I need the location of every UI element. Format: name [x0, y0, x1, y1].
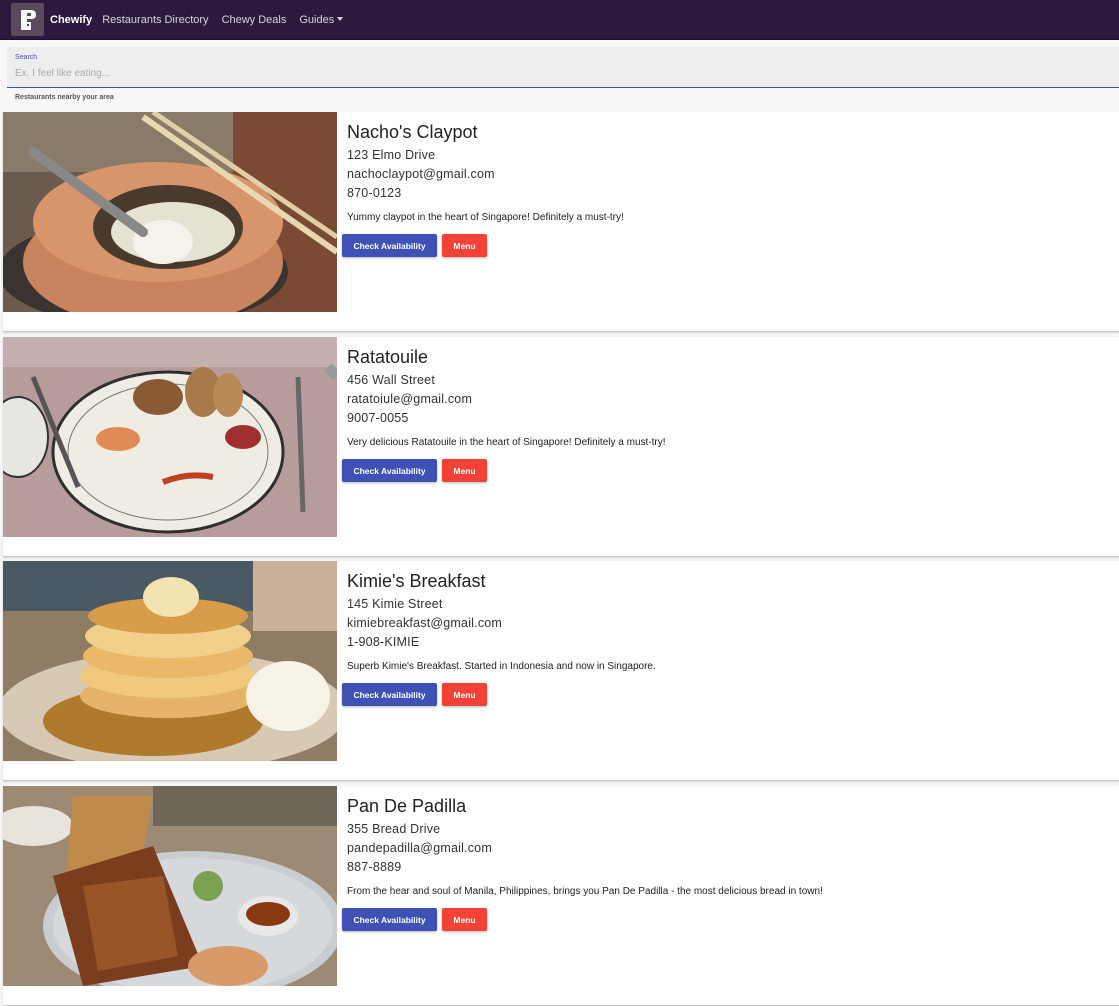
restaurant-phone: 887-8889: [347, 860, 402, 874]
nav-guides-dropdown[interactable]: Guides: [299, 13, 344, 26]
check-availability-button[interactable]: Check Availability: [342, 234, 437, 257]
restaurant-description: Very delicious Ratatouile in the heart o…: [347, 437, 666, 448]
restaurant-name: Ratatouile: [347, 347, 429, 367]
nav-chewy-deals[interactable]: Chewy Deals: [222, 14, 287, 26]
restaurant-info: Ratatouile 456 Wall Street ratatoiule@gm…: [342, 347, 666, 482]
restaurant-info: Nacho's Claypot 123 Elmo Drive nachoclay…: [342, 122, 624, 257]
restaurant-card: Ratatouile 456 Wall Street ratatoiule@gm…: [3, 337, 1119, 557]
restaurant-phone: 870-0123: [347, 186, 402, 200]
restaurant-card: Nacho's Claypot 123 Elmo Drive nachoclay…: [3, 112, 1119, 332]
restaurant-name: Pan De Padilla: [347, 796, 467, 816]
restaurant-address: 123 Elmo Drive: [347, 148, 436, 162]
restaurant-info: Pan De Padilla 355 Bread Drive pandepadi…: [342, 796, 823, 931]
nav-restaurants-directory[interactable]: Restaurants Directory: [102, 14, 208, 26]
search-field[interactable]: Search: [7, 47, 1119, 88]
search-input[interactable]: [15, 68, 1119, 79]
check-availability-button[interactable]: Check Availability: [342, 683, 437, 706]
check-availability-button[interactable]: Check Availability: [342, 459, 437, 482]
restaurant-description: Superb Kimie's Breakfast. Started in Ind…: [347, 661, 656, 672]
restaurant-info: Kimie's Breakfast 145 Kimie Street kimie…: [342, 571, 656, 706]
restaurant-email: kimiebreakfast@gmail.com: [347, 616, 503, 630]
restaurant-photo: [3, 112, 337, 312]
restaurant-phone: 9007-0055: [347, 411, 409, 425]
restaurant-description: Yummy claypot in the heart of Singapore!…: [347, 212, 624, 223]
restaurant-photo: [3, 561, 337, 761]
restaurant-email: ratatoiule@gmail.com: [347, 392, 473, 406]
restaurant-email: nachoclaypot@gmail.com: [347, 167, 495, 181]
search-label: Search: [15, 54, 38, 61]
restaurant-name: Kimie's Breakfast: [347, 571, 486, 591]
restaurant-photo: [3, 786, 337, 986]
restaurant-phone: 1-908-KIMIE: [347, 635, 420, 649]
brand-link[interactable]: Chewify: [50, 14, 92, 26]
restaurant-name: Nacho's Claypot: [347, 122, 478, 142]
menu-button[interactable]: Menu: [442, 459, 487, 482]
check-availability-button[interactable]: Check Availability: [342, 908, 437, 931]
restaurant-photo: [3, 337, 337, 537]
logo-icon[interactable]: [11, 3, 44, 36]
restaurant-email: pandepadilla@gmail.com: [347, 841, 492, 855]
chevron-down-icon: [337, 16, 344, 21]
restaurant-address: 456 Wall Street: [347, 373, 435, 387]
menu-button[interactable]: Menu: [442, 908, 487, 931]
restaurant-address: 355 Bread Drive: [347, 822, 441, 836]
restaurant-card: Kimie's Breakfast 145 Kimie Street kimie…: [3, 561, 1119, 781]
restaurant-address: 145 Kimie Street: [347, 597, 443, 611]
restaurant-card: Pan De Padilla 355 Bread Drive pandepadi…: [3, 786, 1119, 1006]
top-navbar: Chewify Restaurants Directory Chewy Deal…: [0, 0, 1119, 40]
nav-guides-label: Guides: [299, 13, 335, 26]
menu-button[interactable]: Menu: [442, 683, 487, 706]
restaurant-description: From the hear and soul of Manila, Philip…: [347, 886, 823, 897]
section-label: Restaurants nearby your area: [15, 94, 114, 101]
menu-button[interactable]: Menu: [442, 234, 487, 257]
